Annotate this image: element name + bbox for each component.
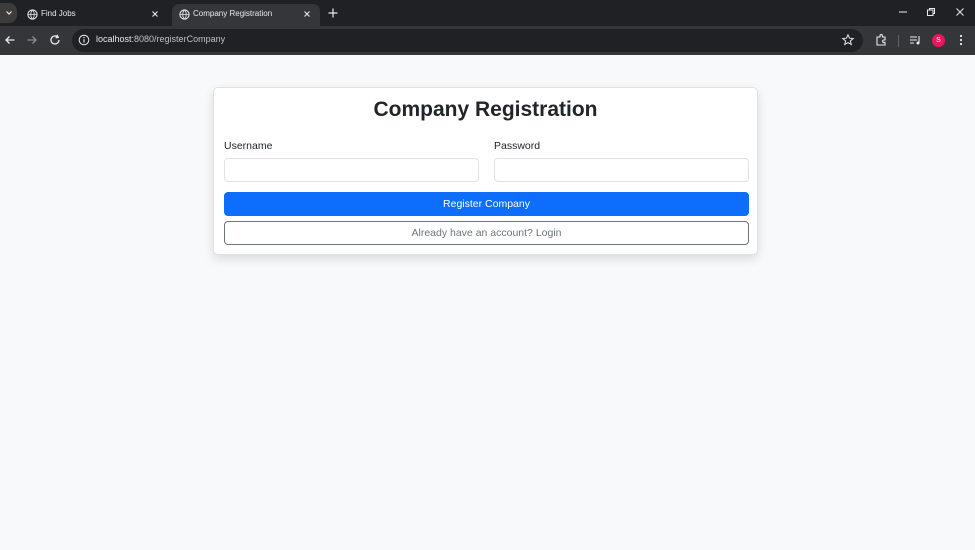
close-tab-icon[interactable]: [300, 7, 314, 21]
username-label: Username: [224, 140, 273, 152]
back-icon[interactable]: [3, 33, 17, 47]
username-input[interactable]: [224, 158, 479, 182]
close-tab-icon[interactable]: [148, 7, 162, 21]
forward-icon[interactable]: [25, 33, 39, 47]
restore-icon[interactable]: [924, 5, 938, 19]
registration-card: Company Registration Username Password R…: [213, 87, 758, 255]
browser-toolbar: localhost:8080/registerCompany S: [0, 26, 975, 55]
menu-kebab-icon[interactable]: [954, 33, 968, 47]
globe-icon: [179, 9, 190, 20]
extensions-icon[interactable]: [874, 33, 888, 47]
toolbar-divider: [898, 35, 899, 47]
page-title: Company Registration: [373, 98, 598, 121]
url-host: localhost: [96, 34, 132, 44]
close-window-icon[interactable]: [953, 5, 967, 19]
password-input[interactable]: [494, 158, 749, 182]
tab-strip: Find Jobs Company Registration: [0, 0, 975, 26]
password-label: Password: [494, 140, 541, 152]
tab-search-button[interactable]: [0, 3, 17, 23]
chevron-down-icon: [5, 11, 12, 15]
url-text: localhost:8080/registerCompany: [96, 34, 225, 44]
profile-avatar[interactable]: S: [932, 34, 945, 47]
bookmark-star-icon[interactable]: [841, 33, 855, 47]
tab-title: Company Registration: [193, 9, 273, 18]
login-link-button[interactable]: Already have an account? Login: [224, 221, 749, 245]
url-path: :8080/registerCompany: [131, 34, 226, 44]
globe-icon: [27, 9, 38, 20]
tab-company-registration[interactable]: Company Registration: [172, 4, 320, 26]
new-tab-icon[interactable]: [326, 6, 340, 20]
media-control-icon[interactable]: [908, 33, 922, 47]
tab-title: Find Jobs: [41, 9, 76, 18]
minimize-icon[interactable]: [896, 5, 910, 19]
site-info-icon[interactable]: [78, 34, 90, 46]
tab-find-jobs[interactable]: Find Jobs: [20, 4, 168, 26]
address-bar[interactable]: localhost:8080/registerCompany: [72, 29, 863, 52]
register-company-button[interactable]: Register Company: [224, 192, 749, 216]
reload-icon[interactable]: [48, 33, 62, 47]
